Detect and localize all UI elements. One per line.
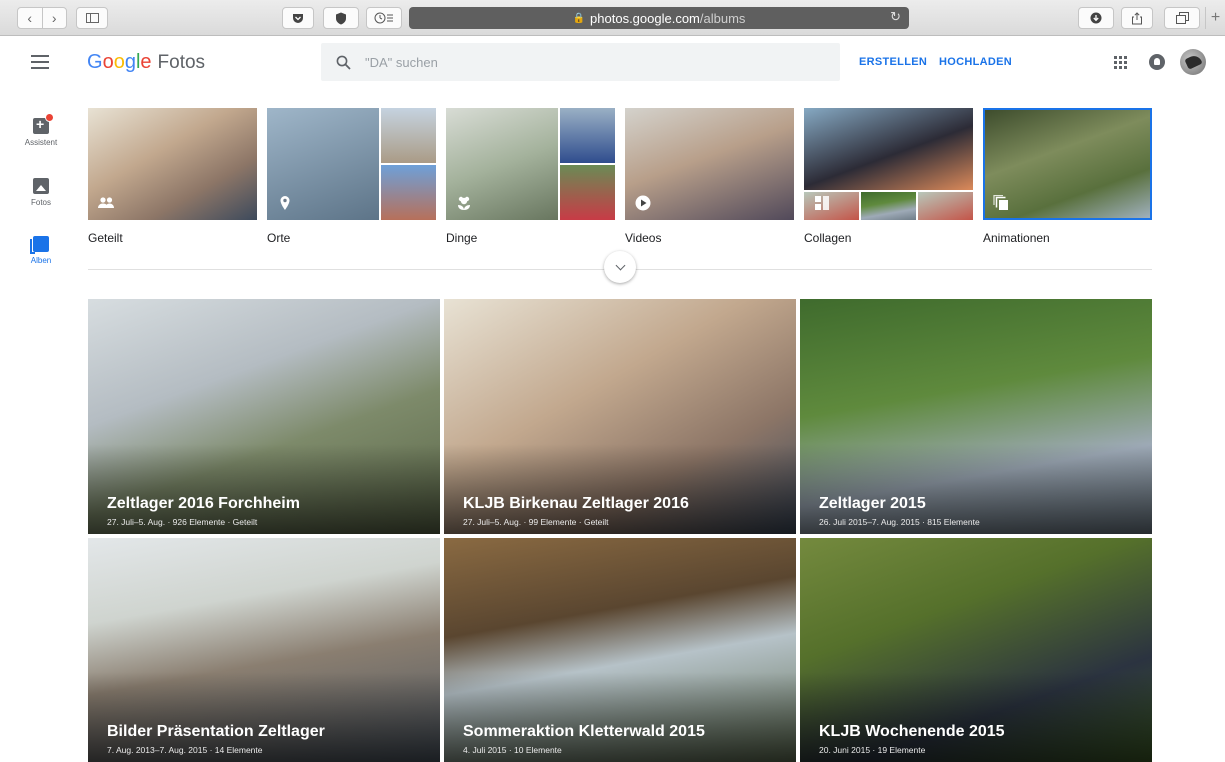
- product-name: Fotos: [157, 52, 206, 73]
- sidebar-toggle-button[interactable]: [76, 7, 108, 29]
- album-meta: 7. Aug. 2013–7. Aug. 2015 · 14 Elemente: [107, 745, 263, 755]
- shield-icon: [336, 12, 346, 24]
- category-thumbnail: [804, 108, 973, 220]
- url-host: photos.google.com: [590, 10, 700, 26]
- share-button[interactable]: [1121, 7, 1153, 29]
- search-input[interactable]: [365, 54, 805, 70]
- category-thumbnail: [446, 108, 615, 220]
- google-photos-logo[interactable]: Google Fotos: [87, 51, 205, 74]
- category-thumbnail: [88, 108, 257, 220]
- category-label: Orte: [267, 231, 291, 245]
- upload-button[interactable]: HOCHLADEN: [939, 56, 1012, 68]
- avatar[interactable]: [1180, 49, 1206, 75]
- category-label: Videos: [625, 231, 662, 245]
- notifications-icon[interactable]: [1149, 54, 1165, 70]
- share-icon: [1132, 11, 1142, 24]
- pocket-icon: [293, 13, 303, 23]
- rail-item-label: Alben: [30, 256, 52, 265]
- url-path: /albums: [699, 10, 746, 26]
- downloads-button[interactable]: [1078, 7, 1114, 29]
- album-card[interactable]: KLJB Birkenau Zeltlager 2016 27. Juli–5.…: [444, 299, 796, 534]
- lock-icon: 🔒: [572, 12, 586, 24]
- category-label: Animationen: [983, 231, 1050, 245]
- rail-item-label: Fotos: [30, 198, 51, 207]
- albums-icon: [30, 236, 49, 254]
- new-tab-button[interactable]: +: [1205, 7, 1225, 29]
- tabs-overview-button[interactable]: [1164, 7, 1200, 29]
- assistant-icon: [33, 113, 54, 134]
- photo-icon: [33, 178, 49, 194]
- play-icon: [635, 195, 651, 211]
- album-meta: 27. Juli–5. Aug. · 99 Elemente · Geteilt: [463, 517, 609, 527]
- apps-grid-icon[interactable]: [1114, 56, 1127, 69]
- sidebar-icon: [85, 13, 99, 23]
- browser-toolbar: ‹ › 🔒 photos.google.com/albums ↻ +: [0, 0, 1225, 36]
- album-meta: 26. Juli 2015–7. Aug. 2015 · 815 Element…: [819, 517, 980, 527]
- album-title: Sommeraktion Kletterwald 2015: [463, 723, 705, 740]
- forward-button[interactable]: ›: [43, 8, 67, 28]
- flower-icon: [458, 196, 470, 210]
- category-thumbnail: [983, 108, 1152, 220]
- album-card[interactable]: Zeltlager 2015 26. Juli 2015–7. Aug. 201…: [800, 299, 1152, 534]
- album-title: Bilder Präsentation Zeltlager: [107, 723, 325, 740]
- rail-item-label: Assistent: [24, 138, 58, 147]
- album-title: KLJB Birkenau Zeltlager 2016: [463, 495, 689, 512]
- reload-icon[interactable]: ↻: [890, 9, 901, 25]
- plus-icon: +: [1210, 9, 1221, 26]
- category-animations[interactable]: Animationen: [983, 108, 1152, 245]
- album-card[interactable]: Sommeraktion Kletterwald 2015 4. Juli 20…: [444, 538, 796, 762]
- category-label: Collagen: [804, 231, 852, 245]
- location-pin-icon: [280, 196, 290, 210]
- rail-item-photos[interactable]: Fotos: [10, 178, 72, 207]
- category-thumbnail: [267, 108, 436, 220]
- history-nav: ‹ ›: [17, 7, 67, 29]
- shield-extension-button[interactable]: [323, 7, 359, 29]
- album-title: Zeltlager 2015: [819, 495, 926, 512]
- category-label: Geteilt: [88, 231, 123, 245]
- create-button[interactable]: ERSTELLEN: [859, 56, 927, 68]
- address-bar[interactable]: 🔒 photos.google.com/albums ↻: [409, 7, 909, 29]
- menu-icon[interactable]: [31, 55, 49, 69]
- category-collages[interactable]: Collagen: [804, 108, 973, 245]
- people-icon: [98, 197, 114, 208]
- chevron-down-icon: [615, 260, 625, 270]
- category-videos[interactable]: Videos: [625, 108, 794, 245]
- tabs-icon: [1175, 12, 1189, 24]
- category-shared[interactable]: Geteilt: [88, 108, 257, 245]
- download-icon: [1090, 12, 1102, 24]
- pocket-button[interactable]: [282, 7, 314, 29]
- back-button[interactable]: ‹: [18, 8, 43, 28]
- search-box[interactable]: [321, 43, 840, 81]
- app-header: GoogleFotos ERSTELLEN HOCHLADEN: [0, 37, 1225, 89]
- category-places[interactable]: Orte: [267, 108, 436, 245]
- category-label: Dinge: [446, 231, 478, 245]
- album-title: Zeltlager 2016 Forchheim: [107, 495, 300, 512]
- animation-icon: [993, 195, 1008, 210]
- album-meta: 27. Juli–5. Aug. · 926 Elemente · Geteil…: [107, 517, 258, 527]
- expand-categories-button[interactable]: [604, 251, 636, 283]
- category-things[interactable]: Dinge: [446, 108, 615, 245]
- album-meta: 20. Juni 2015 · 19 Elemente: [819, 745, 926, 755]
- album-card[interactable]: Zeltlager 2016 Forchheim 27. Juli–5. Aug…: [88, 299, 440, 534]
- notification-dot: [45, 113, 54, 122]
- rail-item-assistant[interactable]: Assistent: [10, 113, 72, 147]
- category-thumbnail: [625, 108, 794, 220]
- album-meta: 4. Juli 2015 · 10 Elemente: [463, 745, 562, 755]
- search-icon[interactable]: [321, 55, 365, 70]
- list-clock-icon: [374, 12, 393, 24]
- album-card[interactable]: Bilder Präsentation Zeltlager 7. Aug. 20…: [88, 538, 440, 762]
- rail-item-albums[interactable]: Alben: [10, 236, 72, 265]
- collage-icon: [815, 196, 829, 210]
- album-card[interactable]: KLJB Wochenende 2015 20. Juni 2015 · 19 …: [800, 538, 1152, 762]
- album-title: KLJB Wochenende 2015: [819, 723, 1005, 740]
- reader-extension-button[interactable]: [366, 7, 402, 29]
